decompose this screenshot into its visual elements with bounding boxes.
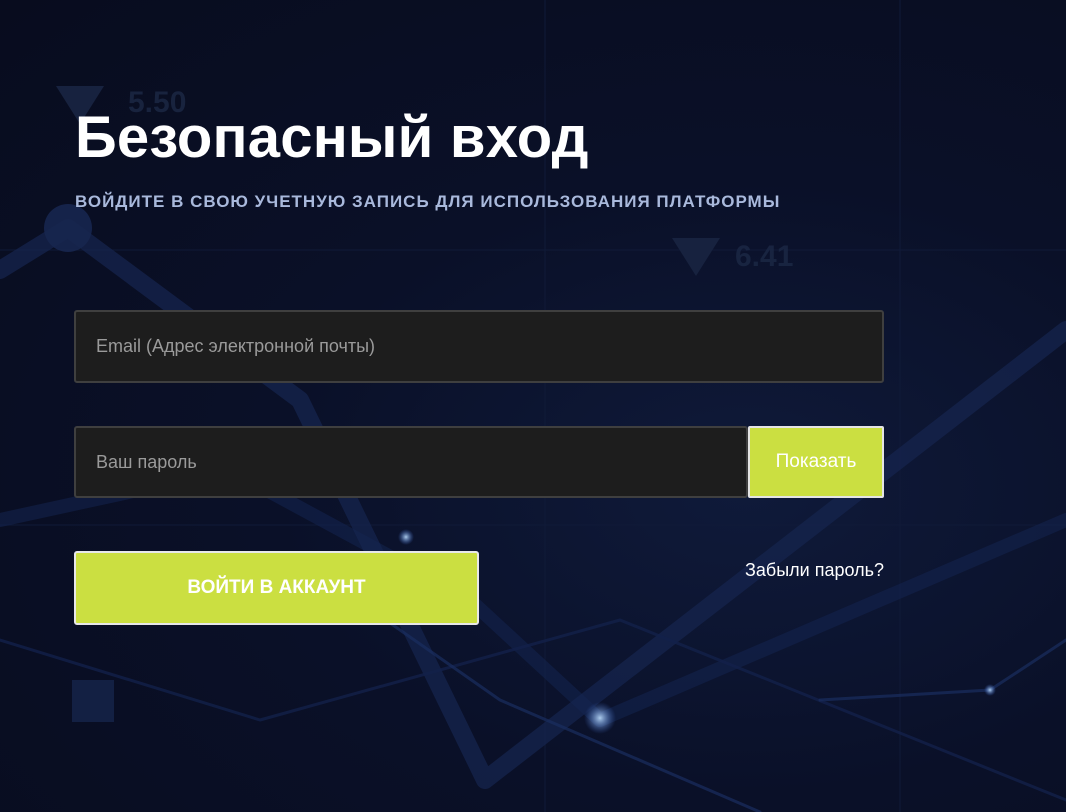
down-triangle-icon [672,238,720,276]
page-subtitle: ВОЙДИТЕ В СВОЮ УЧЕТНУЮ ЗАПИСЬ ДЛЯ ИСПОЛЬ… [75,192,781,211]
email-field[interactable] [74,310,884,383]
background-ticker-value: 6.41 [735,240,794,273]
password-field[interactable] [74,426,748,498]
login-button[interactable]: ВОЙТИ В АККАУНТ [74,551,479,625]
login-page: 5.50 6.41 Безопасный вход ВОЙДИТЕ В СВОЮ… [0,0,1066,812]
page-title: Безопасный вход [75,105,589,170]
show-password-button[interactable]: Показать [748,426,884,498]
forgot-password-link[interactable]: Забыли пароль? [736,560,884,581]
